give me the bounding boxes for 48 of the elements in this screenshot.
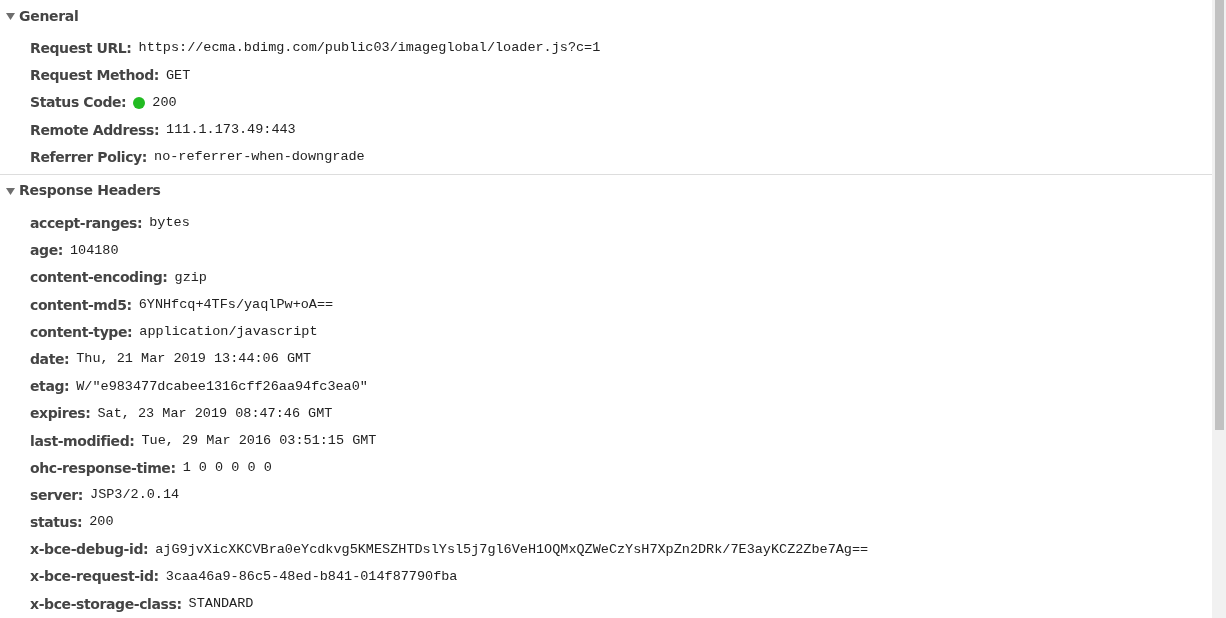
header-value: 200 xyxy=(89,513,114,532)
header-name: date: xyxy=(30,349,70,369)
header-name: x-bce-debug-id: xyxy=(30,540,149,560)
header-name: Request URL: xyxy=(30,39,132,59)
header-value: 200 xyxy=(152,93,177,112)
header-value: 111.1.173.49:443 xyxy=(166,121,296,140)
header-name: content-encoding: xyxy=(30,268,168,288)
header-name: server: xyxy=(30,485,84,505)
header-name: etag: xyxy=(30,377,70,397)
header-value: Sat, 23 Mar 2019 08:47:46 GMT xyxy=(97,404,333,423)
header-value: 3caa46a9-86c5-48ed-b841-014f87790fba xyxy=(165,567,458,586)
header-name: last-modified: xyxy=(30,431,135,451)
header-value: https://ecma.bdimg.com/public03/imageglobal/loader.js?c=1 xyxy=(138,39,601,58)
expanded-triangle-icon xyxy=(6,12,15,20)
section-title: General xyxy=(19,6,79,26)
expanded-triangle-icon xyxy=(6,186,15,195)
header-value: 1 0 0 0 0 0 xyxy=(182,459,272,478)
header-name: Request Method: xyxy=(30,66,159,86)
header-value: STANDARD xyxy=(188,595,254,614)
header-value: Thu, 21 Mar 2019 13:44:06 GMT xyxy=(76,350,312,369)
header-value: Tue, 29 Mar 2016 03:51:15 GMT xyxy=(141,431,377,450)
section-header[interactable]: Response Headers xyxy=(0,174,1212,207)
header-value: no-referrer-when-downgrade xyxy=(154,148,365,167)
header-name: content-type: xyxy=(30,322,133,342)
header-value: W/"e983477dcabee1316cff26aa94fc3ea0" xyxy=(76,377,368,396)
header-value: GET xyxy=(166,66,191,85)
header-name: status: xyxy=(30,513,83,533)
header-name: accept-ranges: xyxy=(30,214,143,234)
header-value: 6YNHfcq+4TFs/yaqlPw+oA== xyxy=(138,295,334,314)
header-name: Referrer Policy: xyxy=(30,147,148,167)
header-value: ajG9jvXicXKCVBra0eYcdkvg5KMESZHTDslYsl5j7gl6VeH1OQMxQZWeCzYsH7XpZn2DRk/7E3ayKCZ2Zbe7Ag== xyxy=(155,540,869,559)
scrollbar-thumb[interactable] xyxy=(1215,0,1224,430)
header-name: x-bce-request-id: xyxy=(30,567,159,587)
header-value: application/javascript xyxy=(139,323,318,342)
header-value: bytes xyxy=(149,214,190,233)
header-name: Remote Address: xyxy=(30,120,160,140)
section-title: Response Headers xyxy=(19,181,161,201)
header-value: 104180 xyxy=(69,241,119,260)
header-name: content-md5: xyxy=(30,295,132,315)
header-name: x-bce-storage-class: xyxy=(30,594,182,614)
section-header[interactable]: General xyxy=(0,0,1212,32)
header-value: JSP3/2.0.14 xyxy=(90,486,180,505)
header-name: expires: xyxy=(30,404,91,424)
header-name: Status Code: xyxy=(30,93,127,113)
header-name: age: xyxy=(30,241,63,261)
header-name: ohc-response-time: xyxy=(30,458,176,478)
scrollbar[interactable] xyxy=(1212,0,1226,618)
header-value: gzip xyxy=(174,268,207,287)
